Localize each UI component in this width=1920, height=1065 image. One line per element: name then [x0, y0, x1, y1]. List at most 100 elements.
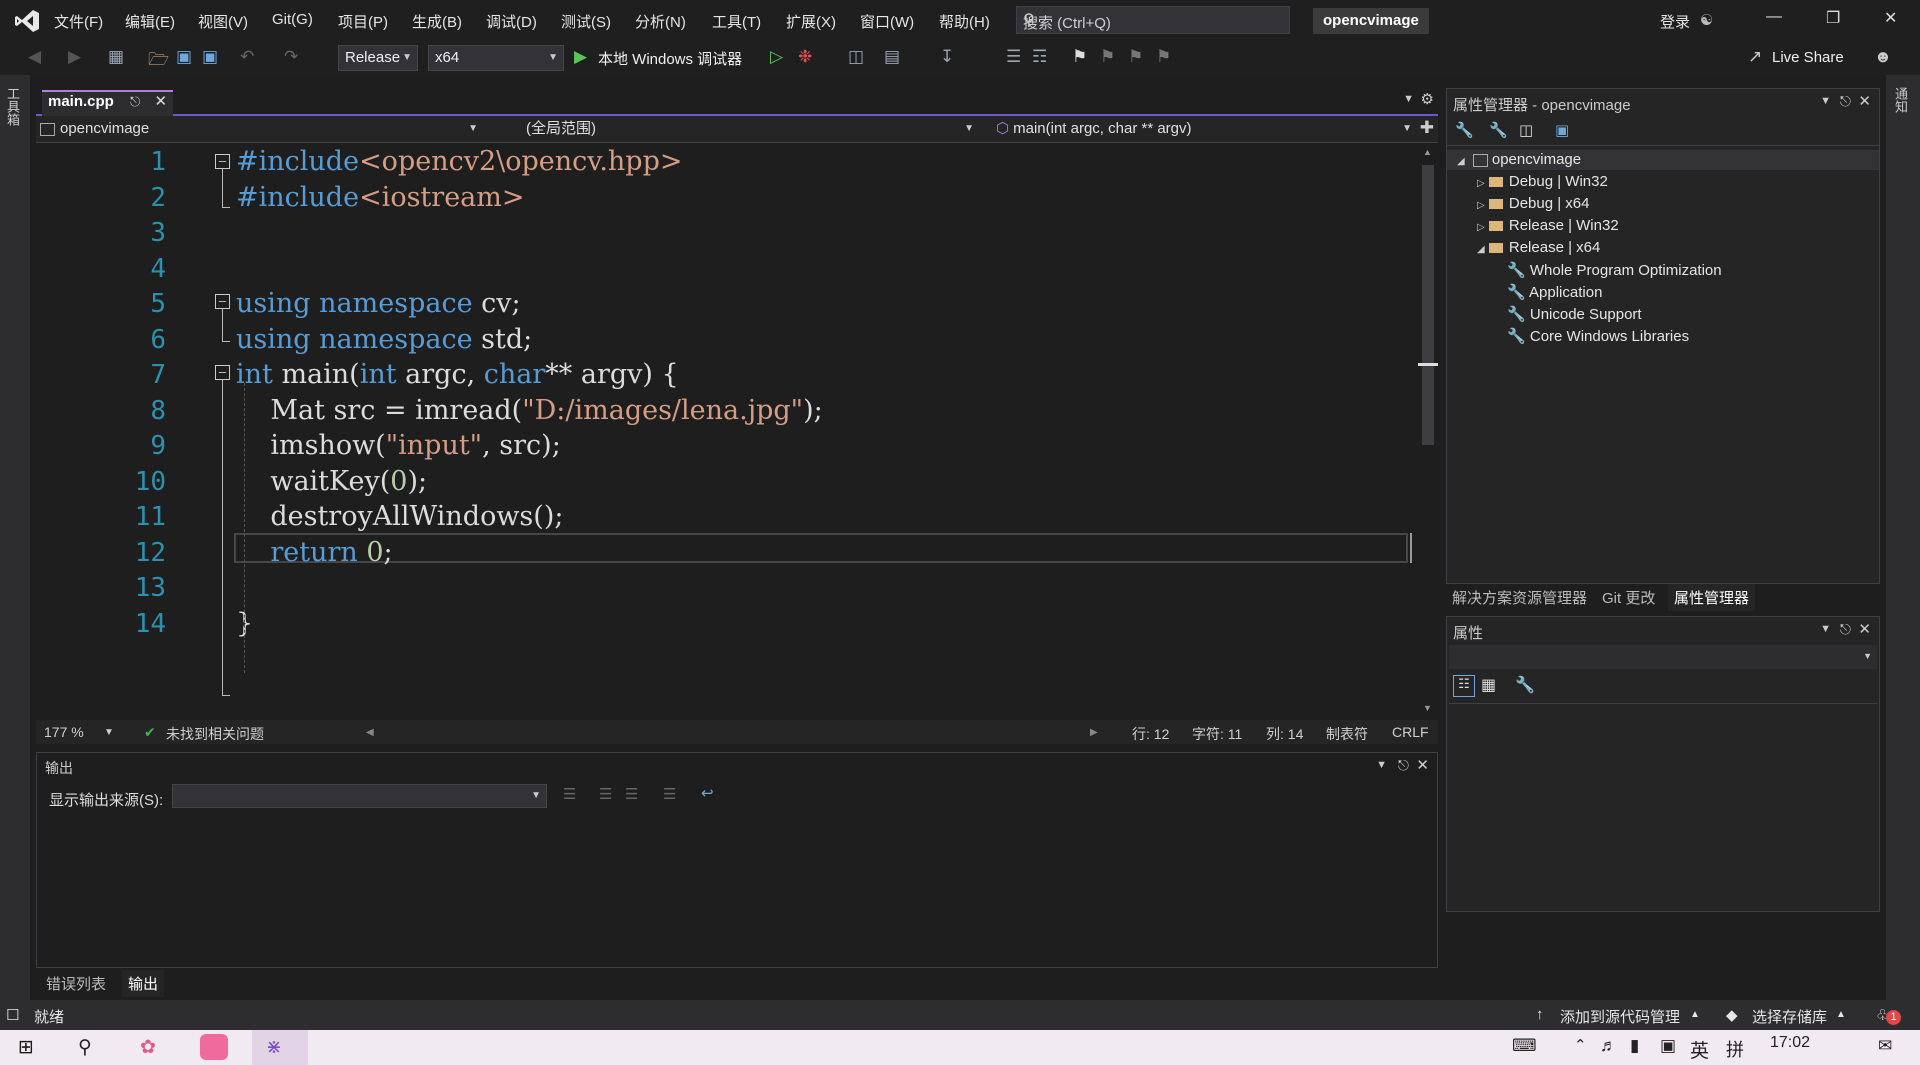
code-line[interactable]: Mat src = imread("D:/images/lena.jpg");: [236, 395, 822, 426]
menu-tools[interactable]: 工具(T): [712, 11, 761, 32]
code-line[interactable]: imshow("input", src);: [236, 430, 560, 461]
tab-mode-indicator[interactable]: 制表符: [1326, 724, 1368, 744]
fold-toggle-icon[interactable]: –: [215, 154, 230, 169]
next-message-icon[interactable]: ☰: [625, 785, 638, 803]
close-pane-icon[interactable]: ✕: [1858, 92, 1871, 110]
scope-dropdown[interactable]: (全局范围) ▼: [526, 119, 986, 139]
pin-icon[interactable]: ⎋: [1840, 621, 1851, 638]
scroll-down-icon[interactable]: ▼: [1423, 703, 1432, 713]
tree-config-debug-win32[interactable]: ▷ Debug | Win32: [1477, 173, 1608, 190]
find-message-icon[interactable]: ☰: [563, 785, 576, 803]
tab-main-cpp[interactable]: main.cpp ⎋ ✕: [42, 90, 174, 116]
undo-icon[interactable]: ↶: [240, 47, 254, 67]
char-indicator[interactable]: 字符: 11: [1192, 724, 1242, 744]
menu-debug[interactable]: 调试(D): [486, 11, 537, 32]
chevron-down-icon[interactable]: ▼: [1820, 623, 1831, 635]
account-icon[interactable]: ☯: [1700, 11, 1713, 29]
code-line[interactable]: waitKey(0);: [236, 466, 427, 497]
uncomment-icon[interactable]: ☶: [1032, 47, 1047, 67]
line-indicator[interactable]: 行: 12: [1132, 724, 1169, 744]
notifications-tab[interactable]: 通知: [1893, 87, 1910, 113]
prev-bookmark-icon[interactable]: ⚑: [1100, 47, 1115, 67]
fold-toggle-icon[interactable]: –: [215, 365, 230, 380]
action-center-icon[interactable]: ✉: [1878, 1036, 1892, 1056]
clear-bookmarks-icon[interactable]: ⚑: [1156, 47, 1171, 67]
zoom-level[interactable]: 177 %: [44, 724, 84, 740]
search-input[interactable]: 搜索 (Ctrl+Q) ⚲: [1016, 6, 1290, 34]
code-line[interactable]: using namespace cv;: [236, 288, 521, 319]
issues-status[interactable]: 未找到相关问题: [166, 724, 264, 744]
save-all-icon[interactable]: ▣: [202, 47, 218, 67]
close-tab-icon[interactable]: ✕: [155, 93, 168, 110]
save-icon[interactable]: ▣: [176, 47, 192, 67]
tab-property-manager[interactable]: 属性管理器: [1668, 584, 1756, 611]
redo-icon[interactable]: ↷: [284, 47, 298, 67]
scroll-up-icon[interactable]: ▲: [1423, 147, 1432, 157]
menu-edit[interactable]: 编辑(E): [125, 11, 175, 32]
tree-root[interactable]: ◢ opencvimage: [1457, 151, 1581, 168]
code-line[interactable]: #include<iostream>: [236, 182, 525, 213]
solution-explorer-icon[interactable]: ◫: [848, 47, 864, 67]
menu-extensions[interactable]: 扩展(X): [786, 11, 836, 32]
chevron-up-icon[interactable]: ⌃: [1574, 1036, 1587, 1054]
pin-icon[interactable]: ⎋: [1398, 757, 1409, 774]
add-to-source-control[interactable]: 添加到源代码管理: [1560, 1006, 1680, 1027]
visual-studio-logo-icon[interactable]: [14, 8, 40, 34]
login-link[interactable]: 登录: [1660, 11, 1690, 32]
configuration-dropdown[interactable]: Release ▼: [338, 45, 418, 71]
windows-start-icon[interactable]: ⊞: [18, 1036, 34, 1059]
tree-sheet-application[interactable]: 🔧 Application: [1507, 283, 1602, 301]
debugger-label[interactable]: 本地 Windows 调试器: [598, 48, 742, 69]
tab-output[interactable]: 输出: [122, 970, 165, 997]
menu-view[interactable]: 视图(V): [198, 11, 248, 32]
close-window-icon[interactable]: ✕: [1884, 8, 1897, 28]
output-source-dropdown[interactable]: ▼: [172, 784, 547, 808]
toolbox-tab[interactable]: 工具箱: [5, 87, 22, 126]
split-icon[interactable]: ✚: [1420, 118, 1434, 138]
add-existing-sheet-icon[interactable]: ◫: [1519, 121, 1533, 139]
comment-icon[interactable]: ☰: [1006, 47, 1021, 67]
network-icon[interactable]: ▣: [1660, 1036, 1676, 1056]
open-folder-icon[interactable]: 🗁: [148, 47, 169, 76]
add-property-sheet-icon[interactable]: 🔧: [1489, 121, 1508, 139]
menu-build[interactable]: 生成(B): [412, 11, 462, 32]
tree-config-debug-x64[interactable]: ▷ Debug | x64: [1477, 195, 1590, 212]
code-line[interactable]: return 0;: [236, 537, 392, 568]
new-project-icon[interactable]: ▦: [108, 47, 124, 67]
menu-project[interactable]: 项目(P): [338, 11, 388, 32]
clock-time[interactable]: 17:02: [1770, 1034, 1810, 1052]
chevron-up-icon[interactable]: ▲: [1690, 1009, 1700, 1020]
forward-icon[interactable]: ▶: [68, 47, 81, 67]
property-pages-icon[interactable]: 🔧: [1515, 675, 1535, 695]
scrollbar-thumb[interactable]: [1422, 165, 1434, 445]
pin-icon[interactable]: ⎋: [1840, 93, 1851, 110]
menu-window[interactable]: 窗口(W): [860, 11, 914, 32]
code-line[interactable]: using namespace std;: [236, 324, 532, 355]
col-indicator[interactable]: 列: 14: [1266, 724, 1303, 744]
volume-icon[interactable]: ♬: [1600, 1036, 1617, 1056]
editor-vertical-scrollbar[interactable]: ▲ ▼: [1418, 143, 1438, 718]
prev-message-icon[interactable]: ☰: [599, 785, 612, 803]
tab-overflow-icon[interactable]: ▼: [1403, 93, 1414, 105]
object-selector-dropdown[interactable]: ▼: [1449, 645, 1877, 669]
close-panel-icon[interactable]: ✕: [1416, 756, 1429, 774]
battery-icon[interactable]: ▮: [1630, 1036, 1639, 1056]
code-editor[interactable]: 1 2 3 4 5 6 7 8 9 10 11 12 13 14 #include<opencv2\ope…: [36, 143, 1438, 718]
tree-sheet-unicode-support[interactable]: 🔧 Unicode Support: [1507, 305, 1642, 323]
scroll-left-icon[interactable]: ◀: [366, 727, 374, 738]
app-icon-pinned[interactable]: ✿: [140, 1036, 156, 1059]
start-debug-icon[interactable]: ▶: [574, 47, 587, 67]
bookmark-icon[interactable]: ⚑: [1072, 47, 1087, 67]
code-line[interactable]: int main(int argc, char** argv) {: [236, 359, 679, 390]
tab-error-list[interactable]: 错误列表: [46, 973, 106, 994]
clear-all-icon[interactable]: ☰: [663, 785, 676, 803]
wrench-icon[interactable]: 🔧: [1455, 121, 1474, 139]
alphabetical-icon[interactable]: ▦: [1481, 675, 1496, 695]
function-dropdown[interactable]: ⬡ main(int argc, char ** argv) ▼: [996, 119, 1412, 139]
close-pane-icon[interactable]: ✕: [1858, 620, 1871, 638]
menu-help[interactable]: 帮助(H): [939, 11, 990, 32]
chevron-down-icon[interactable]: ▼: [1820, 95, 1831, 107]
search-icon[interactable]: ⚲: [78, 1036, 92, 1059]
categorized-icon[interactable]: ☷: [1453, 675, 1475, 697]
live-share-button[interactable]: Live Share: [1772, 49, 1844, 66]
